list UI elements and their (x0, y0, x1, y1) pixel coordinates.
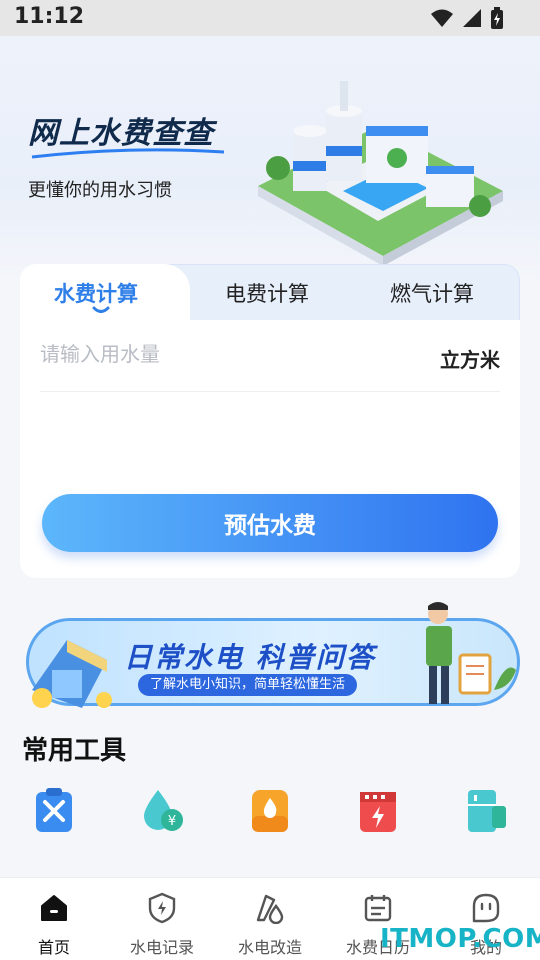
calendar-icon (364, 895, 392, 922)
banner-title: 日常水电 科普问答 (124, 641, 376, 674)
shield-bolt-icon (148, 892, 176, 924)
signal-icon (463, 9, 481, 27)
water-fee-icon[interactable]: ¥ (138, 786, 186, 834)
fee-calculator-card: 水费计算 电费计算 燃气计算 立方米 预估水费 (20, 264, 520, 578)
gas-icon[interactable] (246, 786, 294, 834)
input-divider (40, 391, 500, 392)
battery-icon (491, 7, 503, 29)
tab-gas-fee[interactable]: 燃气计算 (390, 278, 474, 308)
wifi-icon (431, 9, 453, 27)
nav-home-label: 首页 (37, 938, 70, 957)
teacher-figure-icon (426, 602, 516, 704)
tab-water-fee[interactable]: 水费计算 (54, 278, 138, 308)
repair-tools-icon[interactable] (30, 786, 78, 834)
electric-meter-icon[interactable] (354, 786, 402, 834)
profile-icon (472, 893, 500, 923)
common-tools-title: 常用工具 (22, 736, 127, 766)
svg-text:¥: ¥ (168, 814, 176, 829)
water-plant-illustration (258, 81, 503, 266)
watermark: ITMOP.COM (380, 924, 540, 954)
hero-section: 网上水费查查 更懂你的用水习惯 (0, 36, 540, 286)
home-icon (41, 895, 67, 921)
banner-subtitle: 了解水电小知识，简单轻松懂生活 (138, 674, 358, 696)
unit-label: 立方米 (440, 348, 500, 372)
nav-records-label: 水电记录 (129, 938, 194, 957)
status-icons (430, 7, 504, 29)
science-qa-banner[interactable]: 日常水电 科普问答 了解水电小知识，简单轻松懂生活 (12, 600, 530, 712)
title-underline (31, 148, 225, 159)
renovation-icon (256, 894, 284, 924)
nav-home[interactable]: 首页 (0, 878, 108, 960)
nav-renovation[interactable]: 水电改造 (216, 878, 324, 960)
water-usage-input[interactable] (40, 342, 480, 366)
tools-row: ¥ (0, 786, 540, 842)
fridge-icon[interactable] (462, 786, 510, 834)
nav-records[interactable]: 水电记录 (108, 878, 216, 960)
nav-renovation-label: 水电改造 (237, 938, 302, 957)
status-bar: 11:12 (0, 0, 540, 36)
hydropower-dam-icon (32, 640, 112, 708)
status-time: 11:12 (14, 4, 85, 29)
tab-electricity-fee[interactable]: 电费计算 (225, 278, 309, 308)
tab-indicator (92, 306, 110, 313)
app-title: 网上水费查查 (28, 116, 214, 151)
estimate-fee-button[interactable]: 预估水费 (42, 494, 498, 552)
app-subtitle: 更懂你的用水习惯 (28, 180, 172, 201)
